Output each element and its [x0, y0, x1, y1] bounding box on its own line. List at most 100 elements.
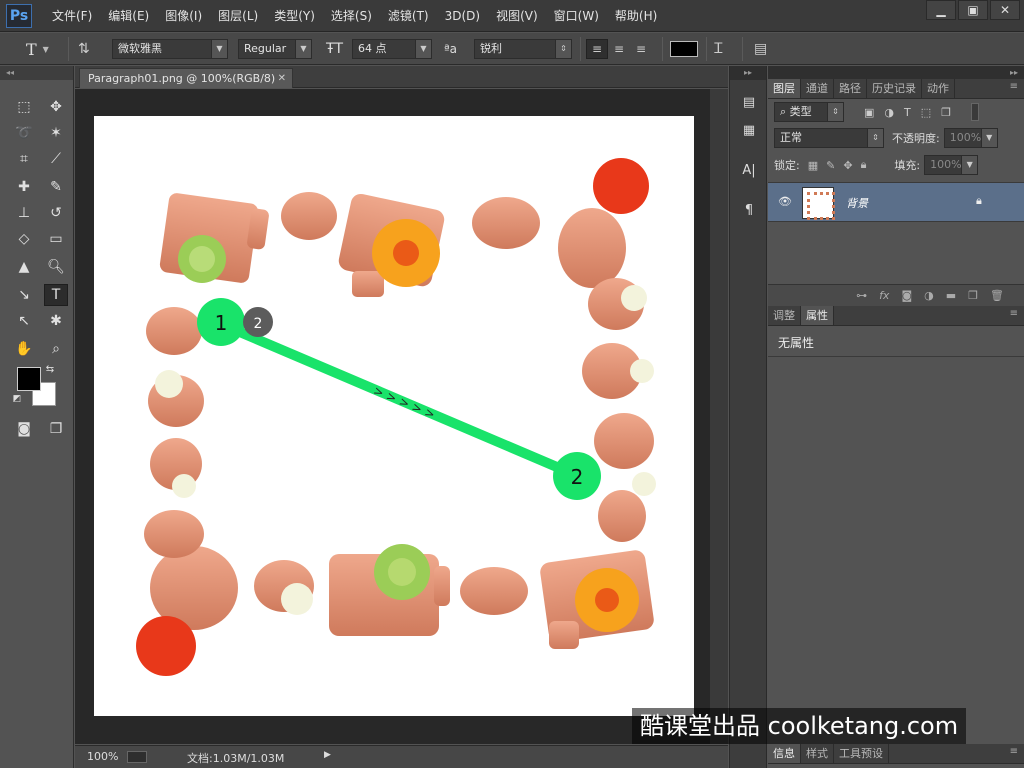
notes-panel-icon[interactable]: ▦ — [739, 120, 759, 140]
layer-name[interactable]: 背景 — [846, 195, 868, 211]
menu-filter[interactable]: 滤镜(T) — [380, 0, 437, 32]
tab-adjustments[interactable]: 调整 — [768, 306, 801, 325]
history-brush-icon[interactable]: ↺ — [44, 202, 68, 224]
filter-pixel-icon[interactable]: ▣ — [864, 106, 874, 119]
new-layer-icon[interactable]: ❐ — [968, 289, 978, 302]
orientation-toggle[interactable]: ⇅ — [78, 39, 90, 59]
zoom-level[interactable]: 100% — [87, 750, 118, 763]
filter-adjustment-icon[interactable]: ◑ — [884, 106, 894, 119]
menu-file[interactable]: 文件(F) — [44, 0, 100, 32]
anti-alias-select[interactable]: 锐利 ⇕ — [474, 39, 572, 59]
layer-filter-select[interactable]: ⌕ 类型 ⇕ — [774, 102, 844, 122]
quick-mask-icon[interactable]: ◙ — [12, 418, 36, 440]
type-tool-icon[interactable]: T — [44, 284, 68, 306]
vertical-scrollbar[interactable] — [710, 89, 728, 744]
warp-text-icon[interactable]: Ꮖ — [714, 41, 723, 57]
toolbox-collapse[interactable]: ◂◂ — [0, 66, 73, 80]
foreground-color[interactable] — [17, 367, 41, 391]
font-family-select[interactable]: 微软雅黑 ▼ — [112, 39, 228, 59]
crop-tool-icon[interactable]: ⌗ — [12, 148, 36, 170]
panel-menu-icon[interactable]: ≡ — [1010, 308, 1018, 319]
menu-image[interactable]: 图像(I) — [157, 0, 210, 32]
adjustment-layer-icon[interactable]: ◑ — [924, 289, 934, 302]
tab-history[interactable]: 历史记录 — [867, 79, 922, 98]
opacity-input[interactable]: 100% ▼ — [943, 128, 998, 148]
marquee-tool-icon[interactable]: ⬚ — [12, 96, 36, 118]
lock-position-icon[interactable]: ✥ — [843, 159, 852, 172]
menu-layer[interactable]: 图层(L) — [210, 0, 266, 32]
fx-icon[interactable]: fx — [879, 289, 889, 302]
tab-channels[interactable]: 通道 — [801, 79, 834, 98]
brush-tool-icon[interactable]: ✎ — [44, 176, 68, 198]
panel-menu-icon[interactable]: ≡ — [1010, 81, 1018, 92]
align-right-button[interactable]: ≡ — [630, 39, 652, 59]
layer-row-background[interactable]: 👁︎ 背景 🔒︎ — [768, 182, 1024, 222]
paragraph-panel-icon[interactable]: ¶ — [739, 200, 759, 220]
align-center-button[interactable]: ≡ — [608, 39, 630, 59]
tab-info[interactable]: 信息 — [768, 744, 801, 763]
path-select-icon[interactable]: ↖ — [12, 310, 36, 332]
delete-layer-icon[interactable]: 🗑︎ — [990, 289, 1004, 302]
dodge-tool-icon[interactable]: 🔍︎ — [44, 256, 68, 278]
gradient-tool-icon[interactable]: ▭ — [44, 228, 68, 250]
menu-3d[interactable]: 3D(D) — [437, 0, 488, 32]
magic-wand-icon[interactable]: ✶ — [44, 122, 68, 144]
lock-pixels-icon[interactable]: ✎ — [826, 159, 835, 172]
move-tool-icon[interactable]: ✥ — [44, 96, 68, 118]
lock-all-icon[interactable]: 🔒︎ — [861, 158, 867, 172]
hand-tool-icon[interactable]: ✋ — [12, 338, 36, 360]
menu-type[interactable]: 类型(Y) — [266, 0, 323, 32]
dock-collapse-icon[interactable]: ▸▸ — [730, 66, 766, 80]
fill-input[interactable]: 100% ▼ — [924, 155, 979, 175]
tab-styles[interactable]: 样式 — [801, 744, 834, 763]
close-icon[interactable]: ✕ — [278, 69, 286, 88]
menu-view[interactable]: 视图(V) — [488, 0, 546, 32]
tab-layers[interactable]: 图层 — [768, 79, 801, 98]
default-colors-icon[interactable]: ◩ — [10, 392, 24, 406]
menu-edit[interactable]: 编辑(E) — [100, 0, 157, 32]
character-panel-icon[interactable]: ▤ — [754, 41, 767, 57]
zoom-tool-icon[interactable]: ⌕ — [44, 338, 68, 360]
document-tab[interactable]: Paragraph01.png @ 100%(RGB/8) ✕ — [79, 68, 293, 88]
filter-type-icon[interactable]: T — [904, 106, 911, 119]
filter-smart-object-icon[interactable]: ❐ — [941, 106, 951, 119]
close-button[interactable]: ✕ — [990, 0, 1020, 20]
shape-tool-icon[interactable]: ✱ — [44, 310, 68, 332]
new-group-icon[interactable]: ▬ — [946, 289, 956, 302]
status-menu-arrow-icon[interactable]: ▶ — [324, 750, 331, 760]
character-panel-icon[interactable]: A| — [739, 160, 759, 180]
panel-menu-icon[interactable]: ≡ — [1010, 746, 1018, 757]
status-preview-icon[interactable] — [127, 751, 147, 763]
menu-select[interactable]: 选择(S) — [323, 0, 380, 32]
filter-shape-icon[interactable]: ⬚ — [921, 106, 931, 119]
menu-window[interactable]: 窗口(W) — [546, 0, 607, 32]
tab-tool-presets[interactable]: 工具预设 — [834, 744, 889, 763]
tab-properties[interactable]: 属性 — [801, 306, 834, 325]
align-left-button[interactable]: ≡ — [586, 39, 608, 59]
eye-icon[interactable]: 👁︎ — [778, 195, 792, 208]
tab-actions[interactable]: 动作 — [922, 79, 955, 98]
font-size-select[interactable]: 64 点 ▼ — [352, 39, 432, 59]
blend-mode-select[interactable]: 正常 ⇕ — [774, 128, 884, 148]
tab-paths[interactable]: 路径 — [834, 79, 867, 98]
text-color-swatch[interactable] — [670, 41, 698, 57]
eyedropper-icon[interactable]: ⟋ — [44, 148, 68, 170]
panels-collapse-icon[interactable]: ▸▸ — [768, 66, 1024, 79]
healing-brush-icon[interactable]: ✚ — [12, 176, 36, 198]
eraser-tool-icon[interactable]: ◇ — [12, 228, 36, 250]
link-layers-icon[interactable]: ⊶ — [856, 289, 867, 302]
pen-tool-icon[interactable]: ↘ — [12, 284, 36, 306]
screen-mode-icon[interactable]: ❐ — [44, 418, 68, 440]
menu-help[interactable]: 帮助(H) — [607, 0, 665, 32]
lasso-tool-icon[interactable]: ➰ — [12, 122, 36, 144]
lock-transparency-icon[interactable]: ▦ — [808, 159, 818, 172]
swap-colors-icon[interactable]: ⇆ — [42, 362, 58, 376]
maximize-button[interactable]: ▣ — [958, 0, 988, 20]
blur-tool-icon[interactable]: ▲ — [12, 256, 36, 278]
stamp-tool-icon[interactable]: ⊥ — [12, 202, 36, 224]
history-panel-icon[interactable]: ▤ — [739, 92, 759, 112]
add-mask-icon[interactable]: ◙ — [901, 289, 912, 302]
text-tool-preset[interactable]: T ▼ — [26, 39, 49, 59]
font-style-select[interactable]: Regular ▼ — [238, 39, 312, 59]
filter-toggle[interactable] — [971, 103, 980, 121]
